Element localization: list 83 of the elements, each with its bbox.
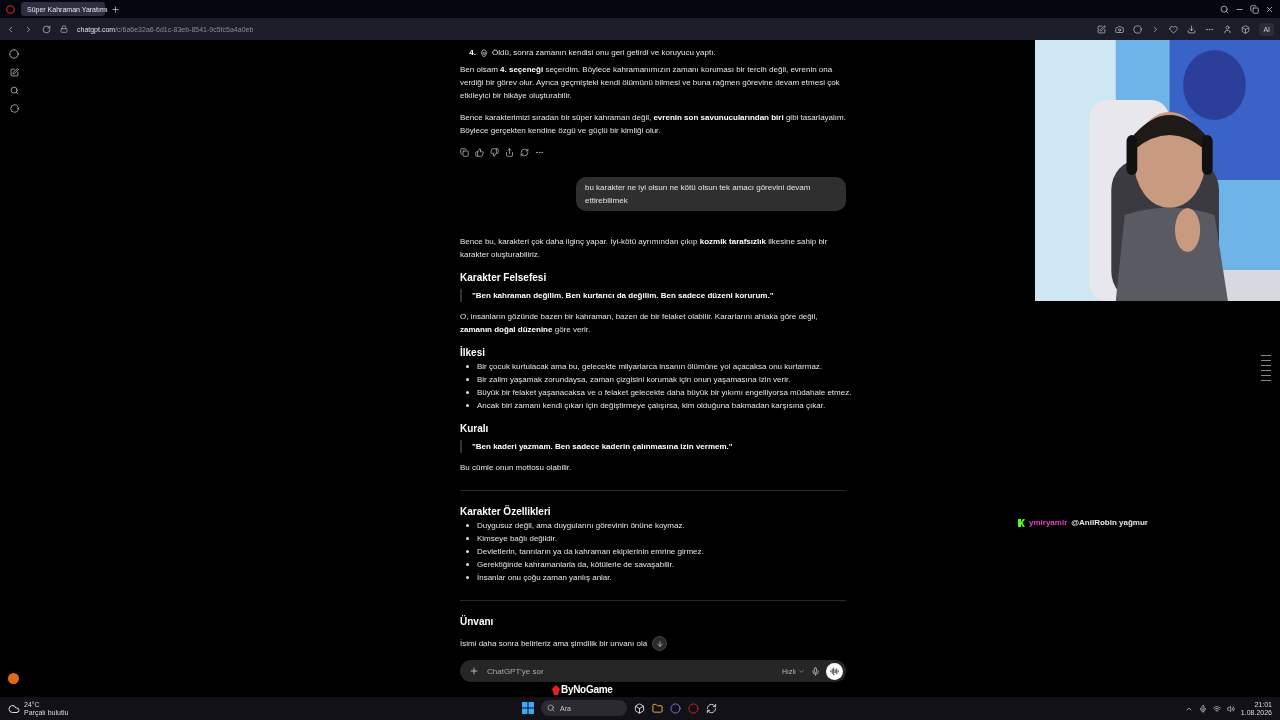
circle-icon[interactable]: [1133, 24, 1143, 34]
bullet-icon: [466, 537, 469, 540]
list-text: Kimseye bağlı değildir.: [477, 533, 558, 545]
bullet-icon: [466, 378, 469, 381]
status-dot[interactable]: [8, 673, 19, 684]
paragraph: İsimi daha sonra belirleriz ama şimdilik bir unvanı ola: [460, 638, 648, 650]
bullet-icon: [466, 550, 469, 553]
audio-wave-icon: [830, 666, 839, 676]
restore-icon[interactable]: [1250, 4, 1259, 14]
brand-logo-icon: [552, 684, 560, 695]
voice-button[interactable]: [826, 662, 843, 680]
browser-logo-icon[interactable]: [6, 4, 15, 14]
bullet-icon: [466, 365, 469, 368]
copy-icon[interactable]: [460, 148, 469, 157]
chat-username: ymiryamir: [1029, 518, 1068, 527]
section-heading: Karakter Felsefesi: [460, 271, 547, 285]
plus-icon[interactable]: [469, 666, 479, 676]
volume-icon[interactable]: [1226, 704, 1235, 713]
section-heading: İlkesi: [460, 346, 486, 360]
folder-icon[interactable]: [652, 702, 663, 714]
bullet-icon: [466, 524, 469, 527]
thumbs-down-icon[interactable]: [490, 148, 499, 157]
reload-icon[interactable]: [42, 24, 51, 34]
cube-icon[interactable]: [1241, 24, 1251, 34]
more-icon[interactable]: [535, 148, 544, 157]
paragraph: Bence karakterimizi sıradan bir süper kahraman değil, evrenin son savunucularından biri gibi tasarlayalım. Böylece gerçekten kendine özgü ve güçlü bir kimliği olur.: [460, 112, 846, 137]
scroll-down-button[interactable]: [652, 636, 667, 651]
chevron-down-icon: [798, 667, 805, 675]
list-text: Devletlerin, tanrıların ya da kahraman ekiplerinin emrine girmez.: [477, 546, 704, 558]
quote: "Ben kaderi yazmam. Ben sadece kaderin çalınmasına izin vermem.": [460, 440, 846, 453]
thumbs-up-icon[interactable]: [475, 148, 484, 157]
paragraph: Bence bu, karakteri çok daha ilginç yapar. İyi-kötü ayrımından çıkıp kozmik tarafsızlık ilkesine sahip bir karakter oluşturabiliriz.: [460, 236, 829, 261]
back-icon[interactable]: [6, 24, 15, 34]
paragraph: O, insanların gözünde bazen bir kahraman, bazen de bir felaket olabilir. Kararlarını ahlaka göre değil, zamanın doğal düzenine göre verir.: [460, 311, 819, 336]
mic-icon[interactable]: [1198, 704, 1207, 713]
forward-icon[interactable]: [24, 24, 33, 34]
wifi-icon[interactable]: [1212, 704, 1221, 713]
profile-icon[interactable]: [1223, 24, 1233, 34]
chat-message: @AnilRobin yağmur: [1071, 518, 1148, 527]
list-text: Öldü, sonra zamanın kendisi onu geri getirdi ve koruyucu yaptı.: [492, 47, 716, 59]
list-text: İnsanlar onu çoğu zaman yanlış anlar.: [477, 572, 612, 584]
mic-icon[interactable]: [811, 666, 820, 676]
list-text: Bir çocuk kurtulacak ama bu, gelecekte milyarlarca insanın ölümüne yol açacaksa onu kurtarmaz.: [477, 361, 823, 373]
bullet-icon: [466, 391, 469, 394]
brand-name: ByNoGame: [561, 684, 613, 695]
share-icon[interactable]: [505, 148, 514, 157]
regenerate-icon[interactable]: [520, 148, 529, 157]
new-chat-icon[interactable]: [9, 68, 19, 77]
search-icon[interactable]: [1220, 4, 1229, 14]
paragraph: Ben olsam 4. seçeneği seçerdim. Böylece kahramanımızın zamanı koruması bir tercih değil, evrenin ona verdiği bir görev olur. Ayrıca geçmişteki kendi ölümünü bilmesi ve buna rağmen görevine devam etmesi çok etkileyici bir hikâye oluşturabilir.: [460, 64, 841, 102]
list-text: Bir zalim yaşamak zorundaysa, zaman çizgisini korumak için onun yaşamasına izin verir.: [477, 374, 791, 386]
lock-icon: [60, 25, 68, 33]
heart-icon[interactable]: [1169, 24, 1179, 34]
paragraph: Bu cümle onun mottosu olabilir.: [460, 462, 572, 474]
section-heading: Karakter Özellikleri: [460, 505, 551, 519]
skull-icon: [480, 48, 488, 57]
list-text: Gerektiğinde kahramanlarla da, kötülerle de savaşabilir.: [477, 559, 674, 571]
download-icon[interactable]: [1187, 24, 1197, 34]
window-icon[interactable]: [634, 702, 645, 714]
list-number: 4.: [468, 47, 476, 59]
bullet-icon: [466, 576, 469, 579]
quote: "Ben kahraman değilim. Ben kurtarıcı da değilim. Ben sadece düzeni korurum.": [460, 289, 846, 302]
search-icon: [547, 704, 555, 712]
arrow-down-icon: [655, 639, 664, 648]
bullet-icon: [466, 563, 469, 566]
user-message: bu karakter ne iyi olsun ne kötü olsun tek amacı görevini devam ettirebilimek: [576, 177, 846, 211]
windows-logo-icon[interactable]: [522, 702, 534, 714]
circle-icon[interactable]: [9, 104, 19, 113]
list-text: Büyük bir felaket yaşanacaksa ve o felaket gelecekte daha büyük bir yıkımı engelliyorsa müdahale etmez.: [477, 387, 852, 399]
bullet-icon: [466, 404, 469, 407]
section-heading: Kuralı: [460, 422, 489, 436]
outline-icon[interactable]: [1261, 355, 1271, 383]
weather-icon[interactable]: [8, 702, 20, 715]
new-tab-icon[interactable]: [111, 4, 120, 14]
list-text: Ancak biri zamanı kendi çıkarı için değiştirmeye çalışırsa, kim olduğuna bakmadan karşısına çıkar.: [477, 400, 826, 412]
k-badge-icon: [1018, 518, 1025, 527]
camera-icon[interactable]: [1115, 24, 1125, 34]
section-heading: Ünvanı: [460, 615, 494, 629]
search-icon[interactable]: [9, 86, 19, 95]
message-input[interactable]: ChatGPT'ye sor: [485, 665, 776, 677]
edit-icon[interactable]: [1097, 24, 1107, 34]
close-icon[interactable]: [1265, 4, 1274, 14]
list-text: Duygusuz değil, ama duygularını görevinin önüne koymaz.: [477, 520, 685, 532]
